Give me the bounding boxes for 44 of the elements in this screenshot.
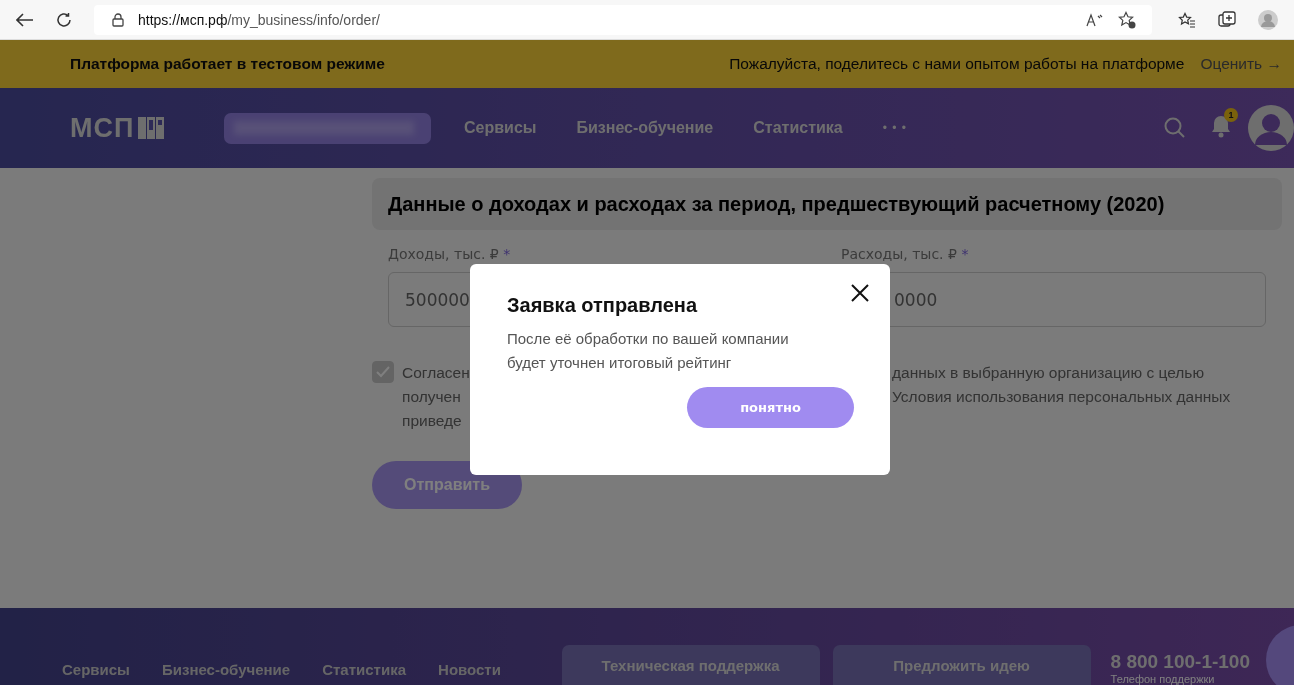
field-label: Доходы, тыс. ₽ * (388, 246, 512, 262)
nav-link[interactable]: Статистика (753, 119, 843, 137)
logo-text[interactable]: МСП (70, 112, 135, 144)
dialog-title: Заявка отправлена (507, 294, 699, 317)
read-aloud-icon[interactable] (1086, 12, 1104, 27)
ok-button[interactable]: понятно (687, 387, 854, 428)
favorites-icon[interactable] (1178, 11, 1196, 28)
consent-text: Согласен (402, 363, 470, 383)
check-icon (376, 366, 390, 378)
banner-text: Платформа работает в тестовом режиме (70, 55, 385, 73)
rate-link[interactable]: Оценить → (1200, 55, 1282, 73)
consent-text: приведе (402, 411, 462, 431)
collections-icon[interactable] (1218, 10, 1236, 29)
phone-caption: Телефон поддержки (1110, 673, 1216, 685)
bell-icon[interactable] (1210, 114, 1232, 138)
address-bar[interactable]: https://мсп.рф/my_business/info/order/ (94, 4, 1152, 35)
footer-link[interactable]: Бизнес-обучение (161, 661, 291, 678)
url-text: https://мсп.рф/my_business/info/order/ (138, 11, 380, 28)
section-title: Данные о доходах и расходах за период, предшествующий расчетному (2020) (388, 192, 1165, 216)
profile-icon[interactable] (1258, 9, 1278, 30)
nav-link[interactable]: Бизнес-обучение (576, 119, 714, 137)
avatar[interactable] (1248, 105, 1294, 151)
consent-text: получен (402, 387, 461, 407)
blurred-field[interactable] (224, 112, 431, 144)
notification-badge: 1 (1224, 108, 1238, 122)
field-label: Расходы, тыс. ₽ * (841, 246, 970, 262)
footer-link[interactable]: Новости (438, 661, 501, 678)
back-icon[interactable] (16, 12, 34, 27)
consent-text: Условия использования персональных данных (892, 387, 1231, 407)
reload-icon[interactable] (56, 11, 72, 28)
footer-link[interactable]: Сервисы (62, 661, 130, 678)
support-phone: 8 800 100-1-100 (1110, 651, 1250, 673)
more-menu[interactable]: • • • (882, 121, 907, 135)
logo-icon[interactable] (138, 117, 165, 139)
lock-icon (112, 12, 124, 27)
close-icon[interactable] (850, 283, 870, 303)
footer-link[interactable]: Статистика (322, 661, 407, 678)
search-icon[interactable] (1164, 117, 1186, 139)
nav-link[interactable]: Сервисы (464, 119, 537, 137)
dialog-message: После её обработки по вашей компании будет уточнен итоговый рейтинг (507, 329, 790, 373)
consent-text: данных в выбранную организацию с целью (892, 363, 1204, 383)
feedback-prompt: Пожалуйста, поделитесь с нами опытом работы на платформе (729, 55, 1185, 73)
star-plus-icon[interactable] (1118, 10, 1136, 29)
consent-checkbox[interactable] (372, 361, 394, 383)
